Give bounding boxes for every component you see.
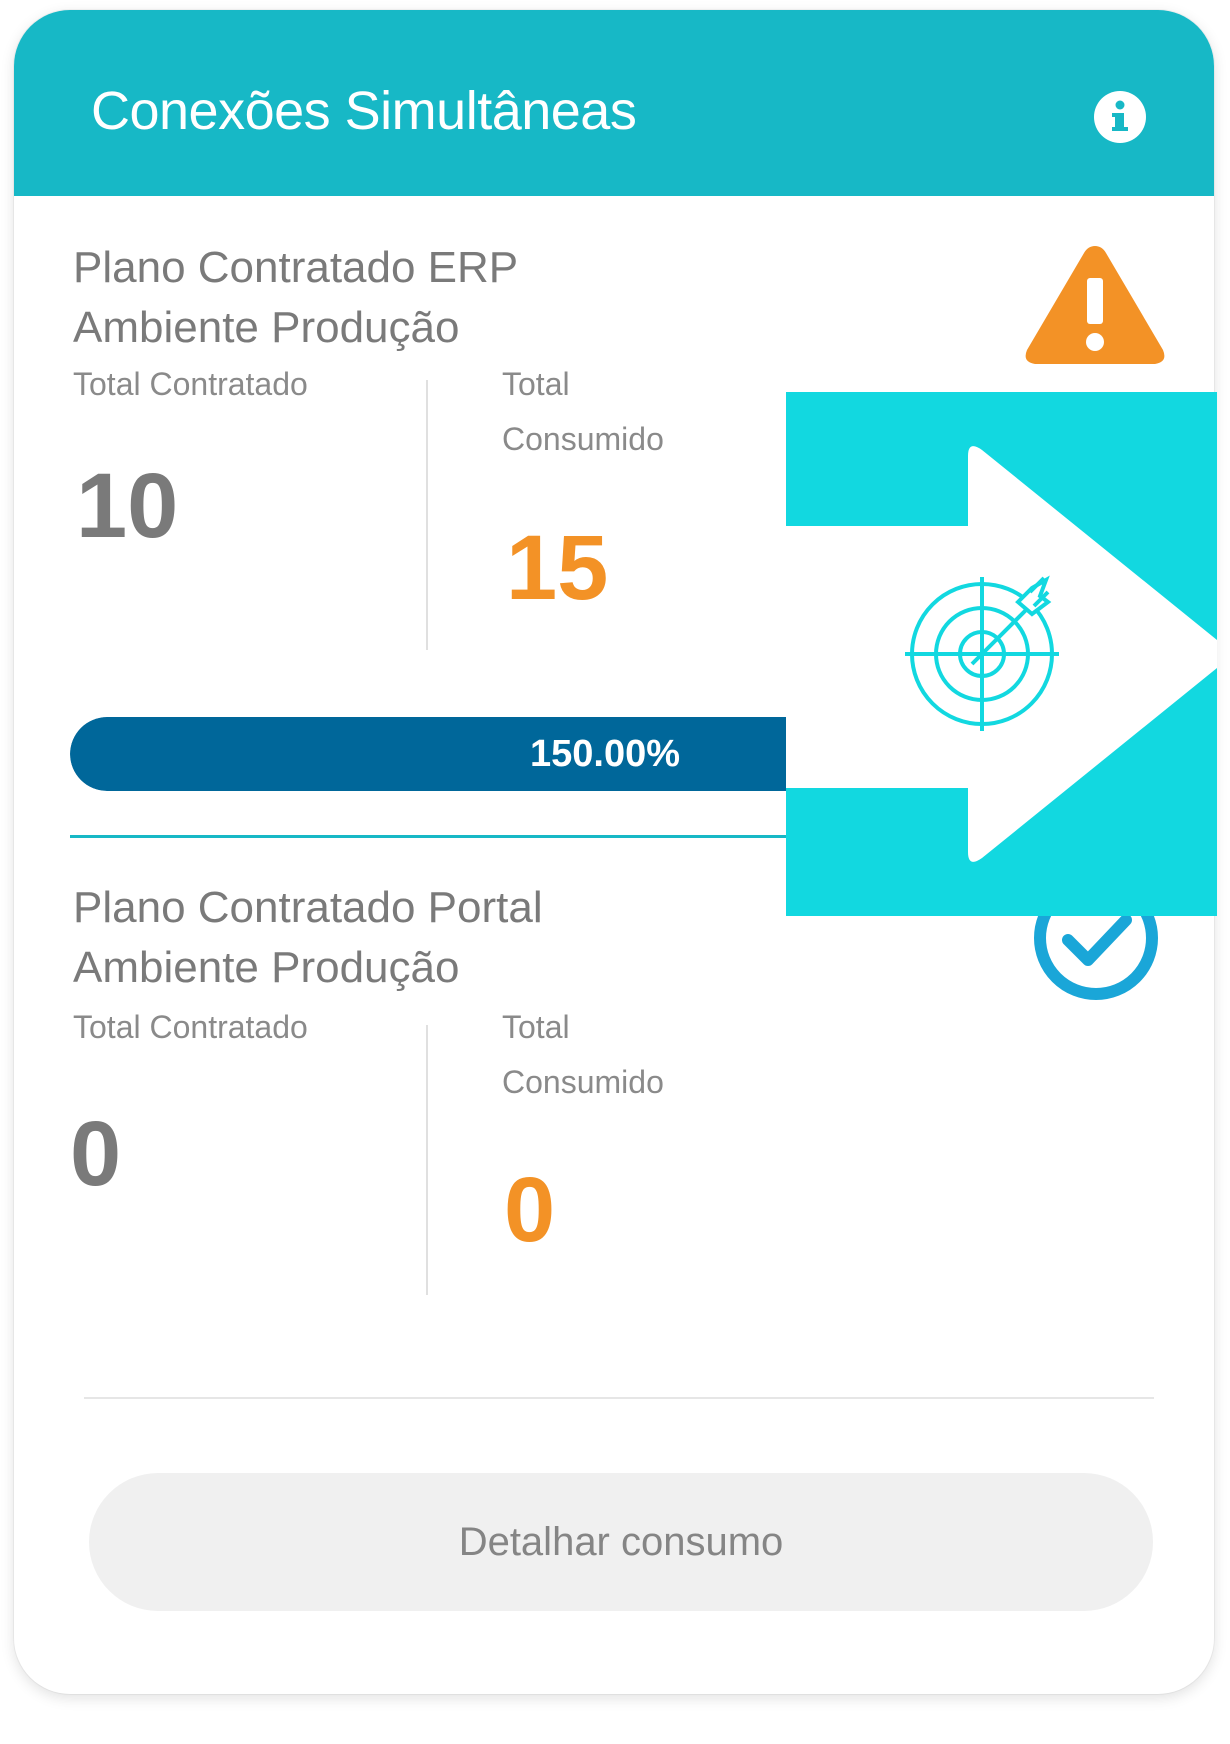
card-title: Conexões Simultâneas [91, 81, 637, 141]
consumed-label-line1: Total [502, 366, 570, 402]
plan-title-line2: Ambiente Produção [73, 943, 460, 992]
plan-title: Plano Contratado ERP Ambiente Produção [73, 238, 833, 358]
contracted-value: 10 [76, 455, 179, 557]
info-icon[interactable] [1094, 91, 1146, 143]
consumed-value: 15 [506, 517, 609, 619]
contracted-label: Total Contratado [73, 1009, 308, 1045]
consumed-label: Total Consumido [502, 357, 664, 467]
plan-title: Plano Contratado Portal Ambiente Produçã… [73, 878, 833, 998]
consumed-value: 0 [504, 1159, 556, 1261]
detail-consumption-button[interactable]: Detalhar consumo [89, 1473, 1153, 1611]
target-overlay [786, 392, 1217, 916]
consumed-label: Total Consumido [502, 1000, 664, 1110]
contracted-label: Total Contratado [73, 366, 308, 402]
footer-divider [84, 1397, 1154, 1399]
plan-title-line2: Ambiente Produção [73, 303, 460, 352]
plan-title-line1: Plano Contratado ERP [73, 243, 519, 292]
contracted-value: 0 [70, 1103, 122, 1205]
consumed-label-line2: Consumido [502, 421, 664, 457]
card-header: Conexões Simultâneas [14, 10, 1214, 196]
consumed-label-line2: Consumido [502, 1064, 664, 1100]
metric-divider [426, 380, 428, 650]
warning-triangle-icon [1020, 238, 1170, 375]
consumed-label-line1: Total [502, 1009, 570, 1045]
metric-divider [426, 1025, 428, 1295]
plan-title-line1: Plano Contratado Portal [73, 883, 543, 932]
